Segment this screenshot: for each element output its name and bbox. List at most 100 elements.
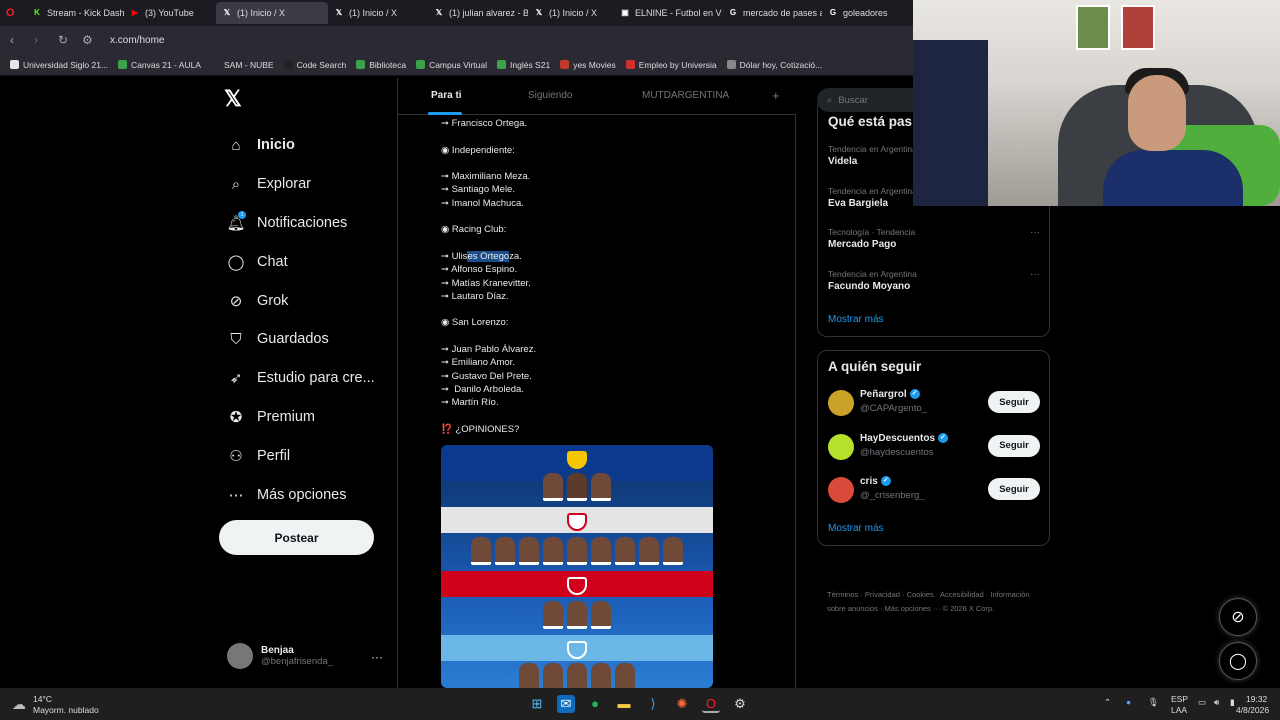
bookmark-label: Dólar hoy, Cotizació... (739, 59, 823, 70)
settings-icon[interactable]: ⚙ (731, 695, 749, 713)
account-more-icon[interactable]: ··· (371, 650, 383, 664)
volume-icon[interactable]: 🔊︎ (1214, 697, 1219, 708)
avatar (828, 433, 854, 460)
bookmark-item[interactable]: Inglés S21 (497, 60, 550, 70)
forward-icon[interactable]: › (34, 33, 48, 47)
trends-show-more[interactable]: Mostrar más (828, 314, 884, 325)
bell-icon: 🔔︎ 1 (226, 210, 246, 232)
opera-taskbar-icon[interactable]: O (702, 695, 720, 713)
bookmark-item[interactable]: Empleo by Universia (625, 60, 717, 70)
rocket-icon: ➶ (229, 370, 243, 388)
weather-icon[interactable]: ☁ (12, 696, 26, 713)
home-icon: ⌂ (231, 136, 241, 154)
bookmark-item[interactable]: Dólar hoy, Cotizació... (726, 59, 823, 70)
grok-icon: ⊘ (229, 292, 243, 310)
avatar (828, 477, 854, 503)
post-button[interactable]: Postear (219, 520, 374, 555)
sidebar-item-label: Chat (257, 253, 288, 270)
elnine-icon: ▣ (621, 8, 629, 17)
clock-time[interactable]: 19:32 (1246, 694, 1267, 704)
tweet-line (441, 330, 536, 343)
spotify-icon[interactable]: ● (586, 695, 604, 713)
browser-tab[interactable]: Ggoleadores de (822, 2, 888, 24)
url-field[interactable]: x.com/home (110, 35, 164, 46)
bookmark-item[interactable]: Code Search (283, 60, 346, 70)
sidebar-item-grok[interactable]: ⊘ Grok (225, 281, 375, 320)
network-icon[interactable]: ▭ (1198, 697, 1206, 708)
tab-siguiendo[interactable]: Siguiendo (528, 90, 572, 101)
x-logo-icon[interactable]: 𝕏 (224, 86, 242, 112)
bookmark-label: yes Movies (573, 59, 616, 70)
file-explorer-icon[interactable]: ▬ (615, 695, 633, 713)
app-icon[interactable]: ✺ (673, 695, 691, 713)
lang-2[interactable]: LAA (1171, 705, 1187, 715)
tab-mutdargentina[interactable]: MUTDARGENTINA (642, 90, 729, 101)
clock-date[interactable]: 4/8/2026 (1236, 705, 1269, 715)
browser-tab[interactable]: 𝕏 (1) Inicio / X (528, 2, 614, 24)
tab-para-ti[interactable]: Para ti (431, 90, 462, 101)
trend-more-icon[interactable]: ··· (1030, 269, 1040, 280)
timeline-tabs: Para ti Siguiendo MUTDARGENTINA + (398, 78, 796, 115)
opera-icon[interactable]: O (6, 7, 20, 19)
follow-button[interactable]: Seguir (988, 478, 1040, 500)
sidebar-item-premium[interactable]: ✪ Premium (225, 398, 375, 437)
follow-suggestion[interactable]: cris ✓ @_crisenberg_ Seguir (828, 474, 1040, 506)
footer-links[interactable]: Términos · Privacidad · Cookies · Accesi… (827, 588, 1047, 616)
sidebar-item-chat[interactable]: ◯ Chat (225, 242, 375, 281)
tray-app-icon[interactable]: ● (1126, 697, 1131, 707)
kick-icon: K (34, 8, 40, 17)
bookmark-item[interactable]: yes Movies (560, 60, 616, 70)
site-info-icon[interactable]: ⚙ (82, 33, 96, 47)
bookmark-item[interactable]: Universidad Siglo 21... (10, 60, 108, 70)
tray-chevron-icon[interactable]: ⌃ (1104, 697, 1111, 708)
browser-tab[interactable]: 𝕏 (1) Inicio / X (328, 2, 428, 24)
selected-text: es Ortego (467, 250, 510, 262)
battery-icon[interactable]: ▮ (1230, 697, 1235, 708)
outlook-icon[interactable]: ✉ (557, 695, 575, 713)
sidebar-item-explorar[interactable]: ⌕ Explorar (225, 165, 375, 204)
bookmark-label: SAM - NUBE (223, 59, 274, 70)
bookmark-item[interactable]: Biblioteca (356, 60, 406, 70)
grok-fab-icon[interactable]: ⊘ (1219, 598, 1257, 636)
follow-suggestion[interactable]: Peñargrol ✓ @CAPArgento_ Seguir (828, 387, 1040, 419)
sidebar-item-perfil[interactable]: ⚇ Perfil (225, 436, 375, 475)
bookmark-item[interactable]: Canvas 21 - AULA (118, 60, 201, 70)
tweet-line: ◉ San Lorenzo: (441, 317, 509, 329)
vscode-icon[interactable]: ⟩ (644, 695, 662, 713)
add-tab-icon[interactable]: + (772, 88, 780, 103)
follow-show-more[interactable]: Mostrar más (828, 523, 884, 534)
browser-tab[interactable]: 𝕏 (1) Inicio / X (216, 2, 328, 24)
reload-icon[interactable]: ↻ (58, 33, 72, 47)
sidebar-item-estudio[interactable]: ➶ Estudio para cre... (225, 359, 375, 398)
start-icon[interactable]: ⊞ (528, 695, 546, 713)
trend-item[interactable]: Tecnología · Tendencia Mercado Pago ··· (828, 227, 1040, 250)
active-tab-indicator (428, 112, 462, 115)
back-icon[interactable]: ‹ (10, 33, 24, 47)
sidebar-item-inicio[interactable]: ⌂ Inicio (225, 126, 375, 165)
sidebar-item-guardados[interactable]: ⛉ Guardados (225, 320, 375, 359)
sidebar-item-más[interactable]: ⋯ Más opciones (225, 475, 375, 514)
sidebar-item-notificaciones[interactable]: 🔔︎ 1 Notificaciones (225, 204, 375, 243)
follow-name-text: cris (860, 476, 878, 487)
follow-name: cris ✓ (860, 476, 891, 487)
tweet-image[interactable] (441, 445, 713, 688)
user-handle: @benjafrisenda_ (261, 656, 333, 667)
browser-tab[interactable]: ▶ (3) YouTube (124, 2, 216, 24)
trend-item[interactable]: Tendencia en Argentina Facundo Moyano ··· (828, 269, 1040, 292)
browser-tab[interactable]: ▣ ELNINE - Futbol en Viv (614, 2, 722, 24)
trend-more-icon[interactable]: ··· (1030, 227, 1040, 238)
follow-suggestion[interactable]: HayDescuentos ✓ @haydescuentos Seguir (828, 431, 1040, 463)
bookmark-item[interactable]: Campus Virtual (416, 60, 487, 70)
follow-button[interactable]: Seguir (988, 434, 1040, 457)
browser-tab[interactable]: Gmercado de pases arg (722, 2, 822, 24)
browser-tab[interactable]: 𝕏 (1) julian alvarez - Bus (428, 2, 528, 24)
account-switcher[interactable]: Benjaa @benjafrisenda_ (227, 643, 333, 669)
mic-icon[interactable]: 🎙︎ (1148, 697, 1159, 708)
lang-1[interactable]: ESP (1171, 694, 1188, 704)
messages-fab-icon[interactable]: ◯ (1219, 642, 1257, 680)
browser-tab[interactable]: K Stream - Kick Dashboa (26, 2, 124, 24)
bookmark-item[interactable]: SAM - NUBE (210, 59, 274, 70)
follow-button[interactable]: Seguir (988, 391, 1040, 413)
sidebar-item-label: Explorar (257, 176, 311, 193)
avatar (828, 390, 854, 416)
